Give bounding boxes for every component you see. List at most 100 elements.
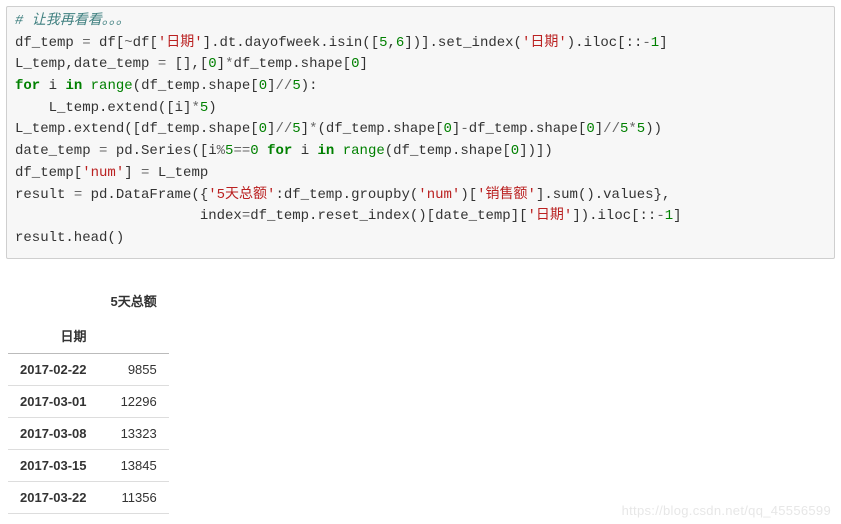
code-op: - (642, 35, 650, 51)
table-row-value: 12296 (99, 385, 169, 417)
code-text: ] (659, 35, 667, 51)
code-op: = (82, 35, 90, 51)
code-text: df[ (91, 35, 125, 51)
code-op: - (460, 121, 468, 137)
code-number: 0 (259, 121, 267, 137)
table-row-index: 2017-03-15 (8, 449, 99, 481)
code-string: '日期' (158, 35, 203, 51)
code-text: ])]) (519, 143, 553, 159)
code-number: 5 (379, 35, 387, 51)
code-text: L_temp.extend([df_temp.shape[ (15, 121, 259, 137)
code-op: % (217, 143, 225, 159)
table-row-value: 9855 (99, 353, 169, 385)
code-keyword: in (65, 78, 82, 94)
code-op: // (276, 78, 293, 94)
code-text: df_temp.reset_index()[date_temp][ (250, 208, 527, 224)
code-keyword: for (267, 143, 292, 159)
table-row-value: 13845 (99, 449, 169, 481)
code-text: (df_temp.shape[ (133, 78, 259, 94)
code-op: * (628, 121, 636, 137)
code-text (82, 78, 90, 94)
code-text: ]).iloc[:: (572, 208, 656, 224)
code-builtin: range (343, 143, 385, 159)
code-text: pd.Series([i (107, 143, 216, 159)
code-text (259, 143, 267, 159)
page-root: # 让我再看看。。。 df_temp = df[~df['日期'].dt.day… (0, 0, 841, 524)
code-text: [],[ (166, 56, 208, 72)
code-text: , (388, 35, 396, 51)
code-text: ].dt.dayofweek.isin([ (203, 35, 379, 51)
table-col-blank (99, 318, 169, 354)
code-number: 0 (444, 121, 452, 137)
table-row-value: 11356 (99, 481, 169, 513)
code-number: 0 (511, 143, 519, 159)
code-text: ] (595, 121, 603, 137)
code-text (334, 143, 342, 159)
table-row: 2017-03-22 11356 (8, 481, 169, 513)
code-op: // (275, 121, 292, 137)
table-row-index: 2017-02-22 (8, 353, 99, 385)
code-number: 0 (259, 78, 267, 94)
table-row: 2017-02-22 9855 (8, 353, 169, 385)
code-text: :df_temp.groupby( (275, 187, 418, 203)
code-text: pd.DataFrame({ (82, 187, 208, 203)
code-op: = (242, 208, 250, 224)
code-text: ])].set_index( (404, 35, 522, 51)
code-string: '日期' (522, 35, 567, 51)
output-table-zone: 5天总额 日期 2017-02-22 9855 2017-03-01 12296… (6, 283, 835, 514)
code-text: ] (124, 165, 141, 181)
code-text: result.head() (15, 230, 124, 246)
code-number: 5 (292, 78, 300, 94)
code-number: 0 (250, 143, 258, 159)
code-text: ] (217, 56, 225, 72)
table-row: 2017-03-01 12296 (8, 385, 169, 417)
code-cell: # 让我再看看。。。 df_temp = df[~df['日期'].dt.day… (6, 6, 835, 259)
code-builtin: range (91, 78, 133, 94)
code-text: i (40, 78, 65, 94)
code-number: 5 (292, 121, 300, 137)
table-row: 2017-03-15 13845 (8, 449, 169, 481)
code-text: date_temp (15, 143, 99, 159)
table-row-value: 13323 (99, 417, 169, 449)
code-text: df_temp[ (15, 165, 82, 181)
table-row: 2017-03-08 13323 (8, 417, 169, 449)
code-text: L_temp.extend([i] (15, 100, 191, 116)
code-string: 'num' (418, 187, 460, 203)
code-text: L_temp (149, 165, 208, 181)
code-text: df_temp.shape[ (233, 56, 351, 72)
code-number: 0 (208, 56, 216, 72)
code-text: ): (301, 78, 318, 94)
code-text: df_temp (15, 35, 82, 51)
code-string: '5天总额' (208, 187, 275, 203)
code-text: ].sum().values}, (536, 187, 670, 203)
code-number: 5 (200, 100, 208, 116)
code-op: == (233, 143, 250, 159)
code-op: - (656, 208, 664, 224)
code-comment: # 让我再看看。。。 (15, 13, 130, 29)
table-row-index: 2017-03-22 (8, 481, 99, 513)
table-corner-blank (8, 283, 99, 318)
table-col-header: 5天总额 (99, 283, 169, 318)
code-number: 0 (351, 56, 359, 72)
code-string: 'num' (82, 165, 124, 181)
code-text: )) (645, 121, 662, 137)
code-op: = (74, 187, 82, 203)
code-text: (df_temp.shape[ (317, 121, 443, 137)
code-op: ~ (124, 35, 132, 51)
result-table: 5天总额 日期 2017-02-22 9855 2017-03-01 12296… (8, 283, 169, 514)
code-text: i (292, 143, 317, 159)
code-text: result (15, 187, 74, 203)
code-string: '日期' (528, 208, 573, 224)
code-text: ) (208, 100, 216, 116)
code-number: 0 (586, 121, 594, 137)
code-text: )[ (460, 187, 477, 203)
table-row-index: 2017-03-08 (8, 417, 99, 449)
code-number: 5 (637, 121, 645, 137)
code-text: index (15, 208, 242, 224)
table-row-index: 2017-03-01 (8, 385, 99, 417)
code-text: ] (360, 56, 368, 72)
table-index-name: 日期 (8, 318, 99, 354)
code-text: df[ (133, 35, 158, 51)
code-text: ] (301, 121, 309, 137)
code-string: '销售额' (477, 187, 536, 203)
